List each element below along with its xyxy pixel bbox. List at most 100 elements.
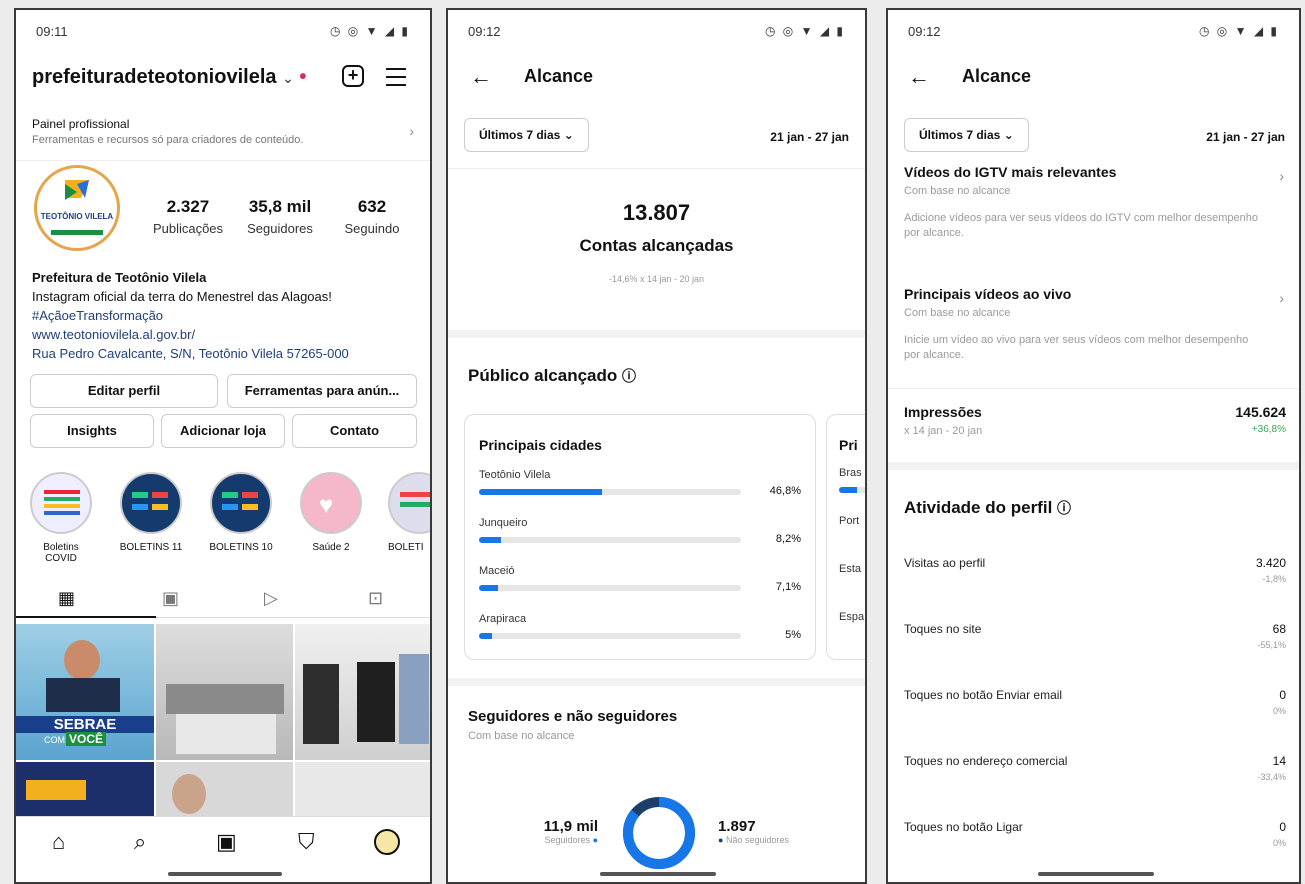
highlight-cover bbox=[210, 472, 272, 534]
highlight-item[interactable]: ♥ Saúde 2 bbox=[298, 472, 364, 553]
reach-screen: 09:12 ◷ ◎ ▼ ◢ ▮ ← Alcance Últimos 7 dias… bbox=[446, 8, 867, 884]
metric-row: Visitas ao perfil 3.420 -1,8% bbox=[904, 556, 1286, 596]
reach-label: Contas alcançadas bbox=[579, 236, 734, 255]
profile-avatar-icon[interactable] bbox=[374, 829, 400, 855]
ad-tools-button[interactable]: Ferramentas para anún... bbox=[227, 374, 417, 408]
highlight-cover: ♥ bbox=[300, 472, 362, 534]
grid-icon[interactable]: ▦ bbox=[58, 588, 75, 609]
divider bbox=[888, 388, 1299, 389]
following-stat[interactable]: 632 Seguindo bbox=[332, 197, 412, 236]
tagged-icon[interactable]: ⊡ bbox=[368, 588, 383, 609]
insights-button[interactable]: Insights bbox=[30, 414, 154, 448]
reels-icon[interactable]: ▣ bbox=[216, 829, 237, 855]
highlight-label: BOLETI bbox=[388, 542, 424, 553]
post-thumbnail[interactable] bbox=[295, 762, 430, 822]
countries-card[interactable]: Pri Bras Port Esta Espa bbox=[826, 414, 865, 660]
igtv-section[interactable]: Vídeos do IGTV mais relevantes Com base … bbox=[904, 164, 1284, 241]
city-bar bbox=[479, 537, 741, 543]
metric-row: Toques no site 68 -55,1% bbox=[904, 622, 1286, 662]
professional-panel[interactable]: Painel profissional Ferramentas e recurs… bbox=[32, 117, 418, 146]
impressions-compare: x 14 jan - 20 jan bbox=[904, 425, 983, 437]
impressions-value: 145.624 bbox=[1235, 404, 1286, 420]
date-filter-select[interactable]: Últimos 7 dias ⌄ bbox=[464, 118, 589, 152]
live-title: Principais vídeos ao vivo bbox=[904, 286, 1072, 302]
post-thumbnail[interactable] bbox=[156, 624, 293, 760]
bio-link[interactable]: www.teotoniovilela.al.gov.br/ bbox=[32, 325, 422, 344]
back-arrow-icon[interactable]: ← bbox=[908, 64, 930, 90]
metric-delta: -33,4% bbox=[1257, 772, 1286, 782]
highlight-label: BOLETINS 10 bbox=[209, 542, 273, 553]
home-icon[interactable]: ⌂ bbox=[52, 829, 65, 855]
hamburger-menu-icon[interactable] bbox=[386, 68, 406, 92]
audience-title-text: Público alcançado bbox=[468, 366, 618, 385]
add-shop-button[interactable]: Adicionar loja bbox=[161, 414, 285, 448]
live-section[interactable]: Principais vídeos ao vivo Com base no al… bbox=[904, 286, 1284, 363]
highlight-item[interactable]: Boletins COVID bbox=[28, 472, 94, 564]
audience-title: Público alcançado ⓘ bbox=[468, 366, 636, 386]
date-range: 21 jan - 27 jan bbox=[1206, 130, 1285, 144]
profile-screen: 09:11 ◷ ◎ ▼ ◢ ▮ prefeituradeteotoniovile… bbox=[14, 8, 432, 884]
status-bar: 09:11 ◷ ◎ ▼ ◢ ▮ bbox=[16, 22, 430, 42]
followers-section-title: Seguidores e não seguidores bbox=[468, 708, 678, 725]
bio-address[interactable]: Rua Pedro Cavalcante, S/N, Teotônio Vile… bbox=[32, 344, 422, 363]
metric-value: 3.420 bbox=[1255, 556, 1286, 570]
info-icon[interactable]: ⓘ bbox=[1057, 500, 1071, 516]
cities-card: Principais cidades Teotônio Vilela 46,8% J… bbox=[464, 414, 816, 660]
nonfollowers-legend: Não seguidores bbox=[725, 835, 789, 845]
status-icons: ◷ ◎ ▼ ◢ ▮ bbox=[765, 24, 845, 38]
search-icon[interactable]: ⌕ bbox=[134, 829, 146, 855]
highlight-item[interactable]: BOLETINS 10 bbox=[208, 472, 274, 553]
highlight-label: Boletins COVID bbox=[43, 542, 79, 564]
reach-scrolled-screen: 09:12 ◷ ◎ ▼ ◢ ▮ ← Alcance Últimos 7 dias… bbox=[886, 8, 1301, 884]
shop-icon[interactable]: ⛉ bbox=[298, 829, 315, 855]
play-icon[interactable]: ▷ bbox=[264, 588, 278, 609]
highlight-label: BOLETINS 11 bbox=[119, 542, 183, 553]
highlight-item[interactable]: BOLETI bbox=[384, 472, 430, 553]
chevron-right-icon: › bbox=[409, 123, 414, 139]
home-indicator bbox=[1038, 872, 1154, 876]
igtv-description: Adicione vídeos para ver seus vídeos do … bbox=[904, 212, 1259, 239]
igtv-subtitle: Com base no alcance bbox=[904, 185, 1011, 197]
nonfollowers-value: 1.897 bbox=[718, 818, 756, 835]
bio-hashtag[interactable]: #AçãoeTransformação bbox=[32, 306, 422, 325]
contact-button[interactable]: Contato bbox=[292, 414, 417, 448]
activity-title-text: Atividade do perfil bbox=[904, 498, 1053, 517]
city-bar-fill bbox=[479, 537, 501, 543]
status-time: 09:11 bbox=[36, 24, 68, 39]
back-arrow-icon[interactable]: ← bbox=[470, 64, 492, 90]
chevron-down-icon: ⌄ bbox=[282, 70, 294, 86]
add-post-icon[interactable]: + bbox=[342, 65, 364, 87]
post-thumbnail[interactable] bbox=[295, 624, 430, 760]
city-name: Arapiraca bbox=[479, 613, 527, 625]
notification-dot: • bbox=[299, 66, 307, 88]
highlight-cover bbox=[120, 472, 182, 534]
city-bar-fill bbox=[479, 489, 603, 495]
post-thumbnail[interactable] bbox=[16, 762, 154, 822]
metric-row: Toques no botão Ligar 0 0% bbox=[904, 820, 1286, 860]
avatar[interactable]: TEOTÔNIO VILELA bbox=[34, 165, 120, 251]
followers-stat[interactable]: 35,8 mil Seguidores bbox=[240, 197, 320, 236]
profile-username[interactable]: prefeituradeteotoniovilela ⌄ • bbox=[32, 66, 306, 89]
status-time: 09:12 bbox=[908, 24, 941, 39]
city-bar bbox=[479, 585, 741, 591]
post-thumbnail[interactable] bbox=[156, 762, 293, 822]
reels-icon[interactable]: ▣ bbox=[162, 588, 179, 609]
country-bar bbox=[839, 487, 865, 493]
info-icon[interactable]: ⓘ bbox=[622, 368, 636, 384]
countries-title: Pri bbox=[839, 437, 858, 453]
city-bar-fill bbox=[479, 585, 498, 591]
post-thumbnail[interactable]: SEBRAE COM VOCÊ bbox=[16, 624, 154, 760]
highlight-cover bbox=[388, 472, 430, 534]
followers-stat: 11,9 mil Seguidores ● bbox=[518, 818, 598, 845]
followers-count: 35,8 mil bbox=[248, 197, 312, 216]
posts-stat[interactable]: 2.327 Publicações bbox=[148, 197, 228, 236]
heart-icon: ♥ bbox=[319, 492, 334, 519]
followers-value: 11,9 mil bbox=[543, 818, 598, 835]
following-label: Seguindo bbox=[344, 221, 400, 236]
chevron-right-icon: › bbox=[1279, 290, 1284, 306]
highlight-item[interactable]: BOLETINS 11 bbox=[118, 472, 184, 553]
status-bar: 09:12 ◷ ◎ ▼ ◢ ▮ bbox=[888, 22, 1299, 42]
date-filter-select[interactable]: Últimos 7 dias ⌄ bbox=[904, 118, 1029, 152]
edit-profile-button[interactable]: Editar perfil bbox=[30, 374, 218, 408]
divider bbox=[16, 160, 430, 161]
